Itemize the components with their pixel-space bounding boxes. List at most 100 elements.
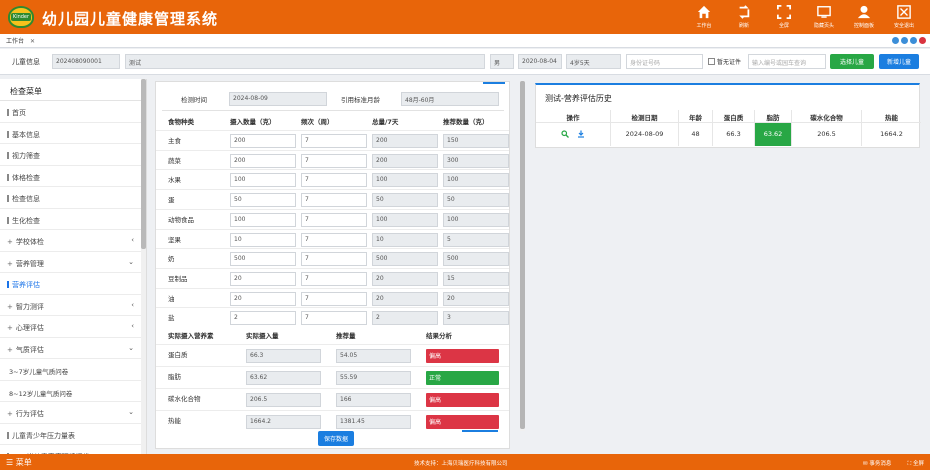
food-amount-field[interactable]: 2 bbox=[230, 311, 296, 326]
check-time-field[interactable]: 2024-08-09 bbox=[229, 92, 327, 106]
sidebar-item[interactable]: 基本信息 bbox=[0, 123, 146, 144]
sidebar-item[interactable]: 营养评估 bbox=[0, 273, 146, 295]
sidebar-item[interactable]: 儿童青少年压力量表 bbox=[0, 424, 146, 445]
control-panel-button[interactable]: 控制面板 bbox=[844, 3, 884, 31]
food-freq-field[interactable]: 7 bbox=[301, 271, 367, 286]
food-amount-field[interactable]: 20 bbox=[230, 271, 296, 286]
sidebar-item[interactable]: + 心理评估 ‹ bbox=[0, 316, 146, 338]
plus-icon: + bbox=[7, 324, 13, 332]
nutrient-recommend-field: 55.59 bbox=[336, 371, 411, 385]
food-freq-field[interactable]: 7 bbox=[301, 212, 367, 227]
food-freq-field[interactable]: 7 bbox=[301, 232, 367, 247]
nutrient-table-header: 实际摄入营养素 实际摄入量 推荐量 结果分析 bbox=[156, 328, 509, 342]
footer-fullscreen-label: 全屏 bbox=[912, 461, 924, 467]
food-recommend-field: 500 bbox=[443, 252, 509, 267]
food-amount-field[interactable]: 500 bbox=[230, 252, 296, 267]
sidebar-scrollbar[interactable] bbox=[141, 79, 146, 454]
no-id-checkbox[interactable] bbox=[708, 58, 715, 65]
food-freq-field[interactable]: 7 bbox=[301, 252, 367, 267]
food-amount-field[interactable]: 100 bbox=[230, 212, 296, 227]
tab-prev-icon[interactable] bbox=[892, 37, 899, 44]
food-total-field: 200 bbox=[372, 134, 438, 148]
footer-fullscreen-button[interactable]: ⛶ 全屏 bbox=[907, 459, 924, 468]
food-row: 坚果 10 7 10 5 bbox=[156, 228, 509, 249]
sidebar-item[interactable]: + 气质评估 ⌄ bbox=[0, 338, 146, 359]
check-time-label: 检测时间 bbox=[181, 96, 207, 104]
sidebar-item-label: 心理评估 bbox=[15, 324, 44, 332]
sidebar-scroll-thumb[interactable] bbox=[141, 79, 146, 249]
fullscreen-button[interactable]: 全屏 bbox=[764, 3, 804, 31]
id-card-input[interactable]: 身份证号码 bbox=[626, 54, 703, 69]
chevron-icon: ‹ bbox=[131, 300, 134, 309]
sidebar-item[interactable]: 8~12岁儿童气质问卷 bbox=[0, 381, 146, 402]
workbench-label: 工作台 bbox=[696, 23, 712, 29]
food-freq-field[interactable]: 7 bbox=[301, 193, 367, 208]
save-data-button[interactable]: 保存数据 bbox=[318, 431, 354, 446]
footer-menu-button[interactable]: ☰ 菜单 bbox=[6, 457, 32, 468]
chevron-icon: ⌄ bbox=[128, 257, 134, 266]
sidebar-item[interactable]: 体格检查 bbox=[0, 166, 146, 187]
sidebar-item-label: 8~12岁儿童气质问卷 bbox=[9, 389, 73, 398]
history-col-carb: 碳水化合物 bbox=[792, 110, 862, 123]
workbench-button[interactable]: 工作台 bbox=[684, 3, 724, 31]
food-amount-field[interactable]: 20 bbox=[230, 291, 296, 306]
refresh-icon bbox=[739, 5, 750, 19]
form-scroll-thumb[interactable] bbox=[520, 81, 525, 429]
tab-menu-icon[interactable] bbox=[910, 37, 917, 44]
food-freq-field[interactable]: 7 bbox=[301, 311, 367, 326]
history-col-fat: 脂肪 bbox=[755, 110, 792, 123]
food-freq-field[interactable]: 7 bbox=[301, 291, 367, 306]
page-icon bbox=[7, 281, 9, 288]
sidebar-item[interactable]: 检查信息 bbox=[0, 187, 146, 209]
sidebar-item[interactable]: + 行为评估 ⌄ bbox=[0, 402, 146, 424]
nutrient-row: 热能 1664.2 1381.45 偏高 bbox=[156, 410, 509, 430]
control-panel-label: 控制面板 bbox=[853, 23, 874, 29]
food-row: 豆制品 20 7 20 15 bbox=[156, 267, 509, 288]
sidebar-item[interactable]: + 学校体检 ‹ bbox=[0, 230, 146, 252]
sidebar-item[interactable]: 生化检查 bbox=[0, 209, 146, 230]
food-freq-field[interactable]: 7 bbox=[301, 134, 367, 148]
hide-header-button[interactable]: 隐藏页头 bbox=[804, 3, 844, 31]
child-age-field: 4岁5天 bbox=[566, 54, 621, 69]
food-amount-field[interactable]: 100 bbox=[230, 173, 296, 188]
food-row: 油 20 7 20 20 bbox=[156, 287, 509, 308]
sidebar-item[interactable]: 首页 bbox=[0, 101, 146, 123]
history-col-action: 操作 bbox=[536, 110, 611, 123]
food-amount-field[interactable]: 10 bbox=[230, 232, 296, 247]
nutrient-result-badge: 偏高 bbox=[426, 415, 499, 429]
select-child-button[interactable]: 选择儿童 bbox=[830, 54, 874, 69]
food-amount-field[interactable]: 200 bbox=[230, 153, 296, 168]
food-freq-field[interactable]: 7 bbox=[301, 153, 367, 168]
sidebar-item[interactable]: 视力筛查 bbox=[0, 144, 146, 166]
search-input[interactable]: 输入编号或园车查询 bbox=[748, 54, 826, 69]
footer-messages-button[interactable]: ✉ 事务消息 bbox=[863, 459, 891, 468]
no-id-label: 暂无证件 bbox=[717, 59, 742, 66]
logout-button[interactable]: 安全退出 bbox=[884, 3, 924, 31]
search-icon[interactable] bbox=[561, 130, 570, 138]
hide-header-label: 隐藏页头 bbox=[813, 23, 834, 29]
history-row-energy: 1664.2 bbox=[880, 130, 903, 138]
nutrient-name: 脂肪 bbox=[168, 373, 181, 381]
food-amount-field[interactable]: 200 bbox=[230, 134, 296, 148]
menu-icon: ☰ bbox=[6, 458, 14, 467]
close-icon[interactable]: ✕ bbox=[30, 38, 35, 45]
tab-workbench[interactable]: 工作台 ✕ bbox=[6, 36, 35, 45]
food-name: 动物食品 bbox=[168, 215, 194, 224]
sidebar-item[interactable]: 3~6岁儿童家庭环境问卷 bbox=[0, 445, 146, 454]
add-child-button[interactable]: 新增儿童 bbox=[879, 54, 919, 69]
sidebar-item[interactable]: + 智力测评 ‹ bbox=[0, 295, 146, 316]
tab-close-all-icon[interactable] bbox=[919, 37, 926, 44]
food-freq-field[interactable]: 7 bbox=[301, 173, 367, 188]
tab-next-icon[interactable] bbox=[901, 37, 908, 44]
sidebar-item[interactable]: 3~7岁儿童气质问卷 bbox=[0, 359, 146, 381]
sidebar-item-label: 儿童青少年压力量表 bbox=[12, 431, 75, 440]
header-toolbar: 工作台 刷新 全屏 隐藏页头 控制面板 安全退出 bbox=[684, 3, 924, 31]
food-amount-field[interactable]: 50 bbox=[230, 193, 296, 208]
form-scrollbar[interactable] bbox=[520, 81, 525, 431]
chevron-icon: ⌄ bbox=[128, 343, 134, 352]
download-icon[interactable] bbox=[577, 130, 585, 138]
nutrient-row: 脂肪 63.62 55.59 正常 bbox=[156, 366, 509, 386]
refresh-button[interactable]: 刷新 bbox=[724, 3, 764, 31]
plus-icon: + bbox=[7, 410, 13, 418]
sidebar-item[interactable]: + 营养管理 ⌄ bbox=[0, 252, 146, 273]
